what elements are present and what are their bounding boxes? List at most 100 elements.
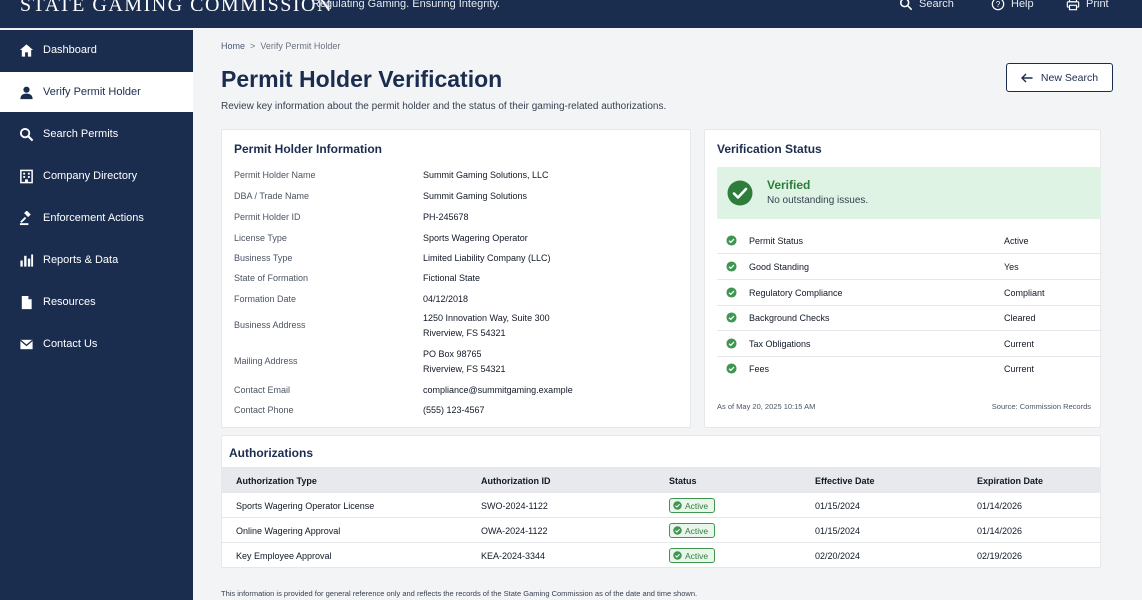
sidebar-item-label: Enforcement Actions bbox=[43, 212, 144, 224]
check-circle-icon bbox=[673, 551, 682, 560]
status-check-value: Active bbox=[1004, 236, 1029, 246]
gavel-icon bbox=[19, 210, 31, 225]
sidebar-item-resources[interactable]: Resources bbox=[0, 282, 193, 322]
page-description: Review key information about the permit … bbox=[221, 101, 667, 112]
sidebar-item-search-permits[interactable]: Search Permits bbox=[0, 114, 193, 154]
info-label: Mailing Address bbox=[234, 356, 298, 366]
sidebar-item-label: Search Permits bbox=[43, 128, 119, 140]
check-circle-icon bbox=[726, 261, 737, 272]
expiration-date: 02/19/2026 bbox=[977, 551, 1023, 561]
status-check-row: Fees Current bbox=[717, 356, 1101, 382]
info-value: (555) 123-4567 bbox=[423, 405, 485, 415]
info-label: Permit Holder Name bbox=[234, 170, 316, 180]
authorization-id: SWO-2024-1122 bbox=[481, 501, 548, 511]
address-line: PO Box 98765 bbox=[423, 349, 482, 359]
address-line: Riverview, FS 54321 bbox=[423, 364, 506, 374]
source-note: Source: Commission Records bbox=[991, 402, 1091, 411]
status-check-row: Tax Obligations Current bbox=[717, 331, 1101, 357]
check-circle-icon bbox=[726, 312, 737, 323]
sidebar-item-label: Dashboard bbox=[43, 44, 97, 56]
info-label: DBA / Trade Name bbox=[234, 191, 310, 201]
sidebar-item-label: Contact Us bbox=[43, 338, 98, 350]
card-title: Permit Holder Information bbox=[234, 142, 383, 156]
info-value: PO Box 98765 Riverview, FS 54321 bbox=[423, 347, 506, 377]
brand-title[interactable]: STATE GAMING COMMISSION bbox=[20, 0, 333, 17]
authorization-id: OWA-2024-1122 bbox=[481, 526, 548, 536]
status-badge-label: Active bbox=[685, 500, 709, 511]
breadcrumb-home-link[interactable]: Home bbox=[221, 41, 245, 51]
info-label: Business Address bbox=[234, 320, 306, 330]
expiration-date: 01/14/2026 bbox=[977, 501, 1023, 511]
sidebar-item-contact-us[interactable]: Contact Us bbox=[0, 324, 193, 364]
expiration-date: 01/14/2026 bbox=[977, 526, 1023, 536]
tagline: Regulating Gaming. Ensuring Integrity. bbox=[312, 0, 501, 10]
breadcrumb-separator: > bbox=[250, 41, 256, 51]
status-check-label: Good Standing bbox=[749, 262, 810, 272]
status-check-value: Current bbox=[1004, 364, 1035, 374]
card-title: Verification Status bbox=[717, 142, 822, 156]
column-header: Authorization ID bbox=[481, 476, 551, 486]
breadcrumb-current: Verify Permit Holder bbox=[260, 41, 341, 51]
new-search-button[interactable]: New Search bbox=[1006, 63, 1113, 92]
status-check-row: Good Standing Yes bbox=[717, 254, 1101, 280]
table-row: Online Wagering Approval OWA-2024-1122 A… bbox=[222, 518, 1100, 543]
status-check-row: Regulatory Compliance Compliant bbox=[717, 280, 1101, 306]
building-icon bbox=[20, 169, 33, 183]
search-icon bbox=[19, 127, 34, 141]
info-label: State of Formation bbox=[234, 273, 309, 283]
sidebar-item-label: Reports & Data bbox=[43, 254, 119, 266]
authorization-id: KEA-2024-3344 bbox=[481, 551, 546, 561]
status-check-value: Yes bbox=[1004, 262, 1019, 272]
info-label: Permit Holder ID bbox=[234, 212, 301, 222]
status-check-value: Compliant bbox=[1004, 288, 1045, 298]
info-label: Business Type bbox=[234, 253, 293, 263]
verification-status-card: Verification Status Verified No outstand… bbox=[704, 129, 1101, 428]
header-search-link[interactable]: Search bbox=[899, 0, 954, 11]
envelope-icon bbox=[19, 339, 34, 349]
header-print-link[interactable]: Print bbox=[1066, 0, 1109, 11]
permit-holder-info-card: Permit Holder Information Permit Holder … bbox=[221, 129, 691, 428]
user-icon bbox=[20, 86, 33, 99]
sidebar-item-reports-data[interactable]: Reports & Data bbox=[0, 240, 193, 280]
sidebar-item-label: Verify Permit Holder bbox=[43, 86, 141, 98]
status-check-value: Cleared bbox=[1004, 313, 1036, 323]
check-circle-icon bbox=[726, 235, 737, 246]
verified-status: Verified bbox=[767, 178, 811, 192]
header-help-link[interactable]: ? Help bbox=[991, 0, 1034, 11]
info-label: Contact Phone bbox=[234, 405, 294, 415]
sidebar-item-enforcement-actions[interactable]: Enforcement Actions bbox=[0, 198, 193, 238]
home-icon bbox=[19, 43, 34, 57]
verified-banner: Verified No outstanding issues. bbox=[717, 167, 1101, 219]
contact-email-link[interactable]: compliance@summitgaming.example bbox=[423, 383, 573, 398]
sidebar-item-label: Company Directory bbox=[43, 170, 138, 182]
column-header: Effective Date bbox=[815, 476, 875, 486]
info-label: License Type bbox=[234, 233, 287, 243]
status-check-row: Background Checks Cleared bbox=[717, 305, 1101, 331]
info-value: Summit Gaming Solutions, LLC bbox=[423, 170, 549, 180]
info-value: Summit Gaming Solutions bbox=[423, 191, 528, 201]
document-icon bbox=[21, 295, 32, 309]
status-check-label: Regulatory Compliance bbox=[749, 288, 843, 298]
info-value: 04/12/2018 bbox=[423, 294, 469, 304]
info-label: Formation Date bbox=[234, 294, 297, 304]
info-value: Fictional State bbox=[423, 273, 481, 283]
sidebar-item-verify-permit-holder[interactable]: Verify Permit Holder bbox=[0, 72, 193, 112]
main-content: Home > Verify Permit Holder Permit Holde… bbox=[193, 28, 1142, 600]
table-row: Key Employee Approval KEA-2024-3344 Acti… bbox=[222, 543, 1100, 568]
as-of-timestamp: As of May 20, 2025 10:15 AM bbox=[717, 402, 816, 411]
top-bar: STATE GAMING COMMISSION Regulating Gamin… bbox=[0, 0, 1142, 28]
search-icon bbox=[899, 0, 913, 11]
sidebar-item-dashboard[interactable]: Dashboard bbox=[0, 30, 193, 70]
effective-date: 01/15/2024 bbox=[815, 526, 861, 536]
sidebar-item-company-directory[interactable]: Company Directory bbox=[0, 156, 193, 196]
info-value: 1250 Innovation Way, Suite 300 Riverview… bbox=[423, 311, 550, 341]
effective-date: 02/20/2024 bbox=[815, 551, 861, 561]
check-circle-icon bbox=[726, 287, 737, 298]
column-header: Authorization Type bbox=[236, 476, 317, 486]
table-row: Sports Wagering Operator License SWO-202… bbox=[222, 493, 1100, 518]
check-circle-icon bbox=[727, 180, 753, 206]
status-badge-label: Active bbox=[685, 550, 709, 561]
printer-icon bbox=[1066, 0, 1080, 11]
footnote: This information is provided for general… bbox=[221, 589, 698, 598]
status-check-label: Background Checks bbox=[749, 313, 830, 323]
